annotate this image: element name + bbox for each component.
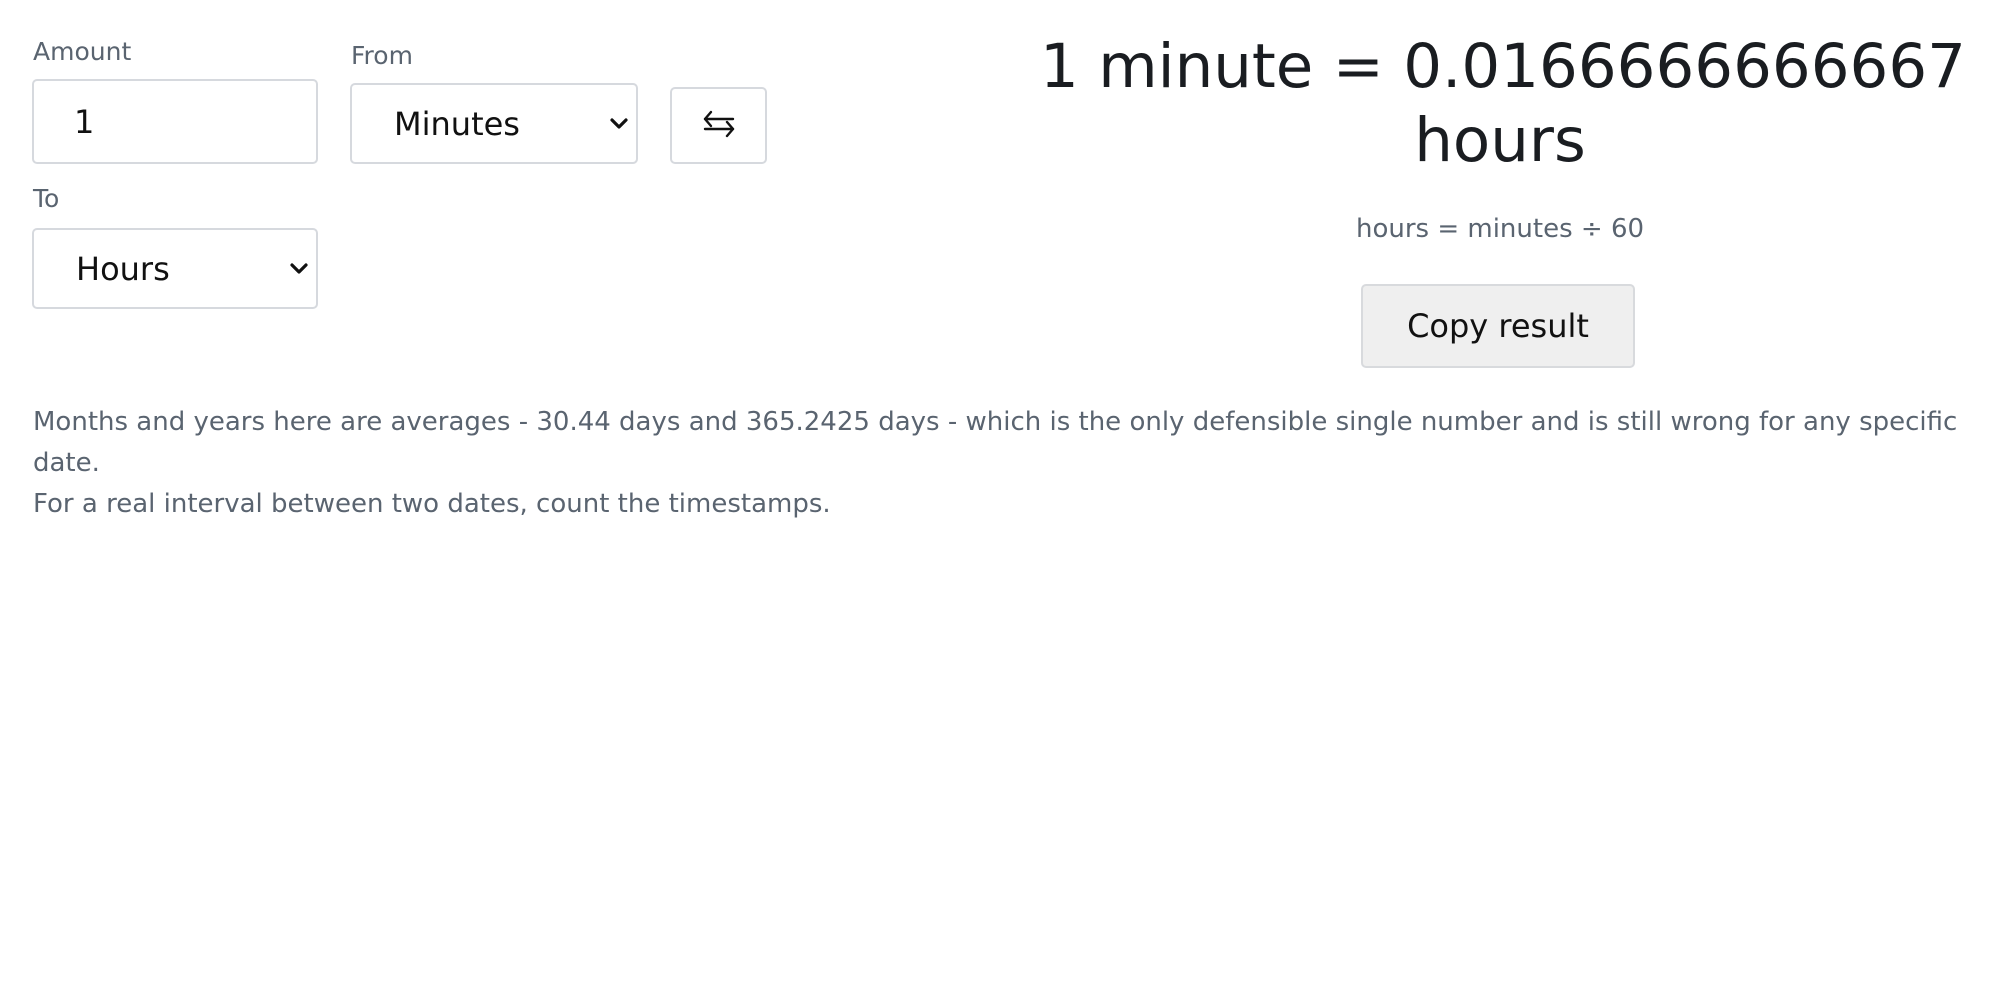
amount-input[interactable] (32, 79, 318, 164)
to-unit-value: Hours (76, 249, 170, 288)
to-label: To (33, 184, 60, 213)
amount-label: Amount (33, 37, 132, 66)
chevron-down-icon (290, 262, 308, 275)
conversion-result: 1 minute = 0.0166666666667 hours (1040, 30, 1966, 178)
swap-arrows-icon (702, 109, 736, 143)
copy-result-button[interactable]: Copy result (1361, 284, 1635, 368)
result-line-2: hours (1414, 105, 1586, 176)
averages-note: Months and years here are averages - 30.… (33, 402, 1963, 525)
result-line-1: 1 minute = 0.0166666666667 (1040, 31, 1966, 102)
converter-page: Amount From Minutes To Hours (0, 0, 2000, 1000)
swap-units-button[interactable] (670, 87, 767, 164)
from-unit-value: Minutes (394, 104, 520, 143)
to-unit-select[interactable]: Hours (32, 228, 318, 309)
conversion-formula: hours = minutes ÷ 60 (1355, 214, 1645, 244)
chevron-down-icon (610, 117, 628, 130)
from-label: From (351, 41, 413, 70)
from-unit-select[interactable]: Minutes (350, 83, 638, 164)
note-line-2: For a real interval between two dates, c… (33, 489, 831, 519)
note-line-1: Months and years here are averages - 30.… (33, 407, 1958, 478)
